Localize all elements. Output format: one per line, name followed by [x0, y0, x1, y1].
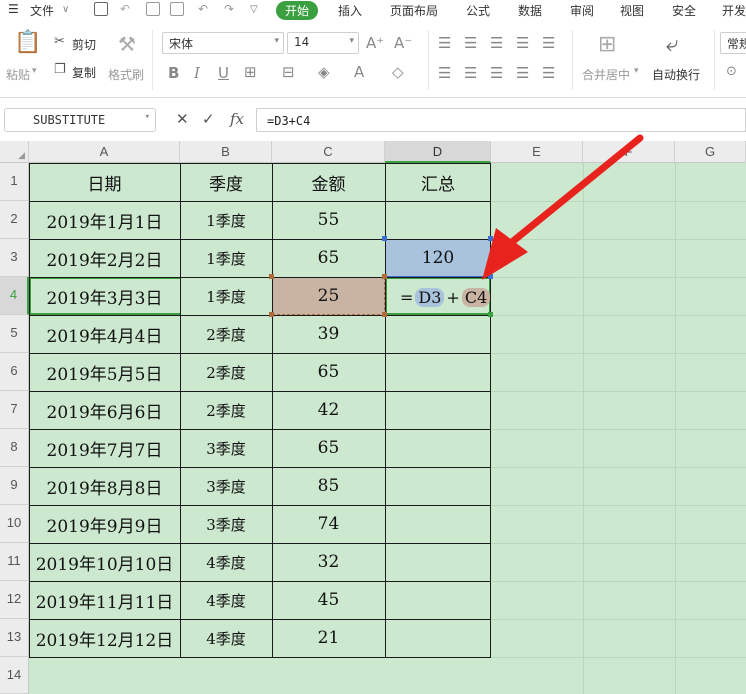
- table-cell[interactable]: [385, 581, 491, 619]
- table-cell[interactable]: 55: [272, 201, 385, 239]
- table-cell[interactable]: 2019年3月3日: [29, 277, 180, 315]
- table-cell[interactable]: 2019年10月10日: [29, 543, 180, 581]
- header-cell-date[interactable]: 日期: [29, 163, 180, 201]
- table-cell[interactable]: 120: [385, 239, 491, 277]
- header-cell-quarter[interactable]: 季度: [180, 163, 272, 201]
- table-cell[interactable]: 65: [272, 429, 385, 467]
- table-cell[interactable]: 2019年12月12日: [29, 619, 180, 657]
- table-cell[interactable]: [385, 619, 491, 657]
- cell-d4-editing[interactable]: = D3 + C4: [400, 286, 492, 308]
- table-cell[interactable]: 25: [272, 277, 385, 315]
- table-cell[interactable]: 32: [272, 543, 385, 581]
- table-cell[interactable]: 2019年1月1日: [29, 201, 180, 239]
- table-cell[interactable]: [385, 467, 491, 505]
- table-cell[interactable]: 3季度: [180, 505, 272, 543]
- table-cell[interactable]: 2019年7月7日: [29, 429, 180, 467]
- table-cell[interactable]: [385, 353, 491, 391]
- formula-equals: =: [400, 287, 414, 307]
- table-cell[interactable]: 2019年2月2日: [29, 239, 180, 277]
- table-cell[interactable]: 2019年11月11日: [29, 581, 180, 619]
- table-cell[interactable]: 2019年8月8日: [29, 467, 180, 505]
- table-cell[interactable]: 1季度: [180, 277, 272, 315]
- table-cell[interactable]: 65: [272, 239, 385, 277]
- table-cell[interactable]: 2季度: [180, 391, 272, 429]
- table-cell[interactable]: 2019年9月9日: [29, 505, 180, 543]
- table-cell[interactable]: 39: [272, 315, 385, 353]
- header-cell-total[interactable]: 汇总: [385, 163, 491, 201]
- table-cell[interactable]: 2019年4月4日: [29, 315, 180, 353]
- table-cell[interactable]: 2019年6月6日: [29, 391, 180, 429]
- table-cell[interactable]: [385, 505, 491, 543]
- table-cell[interactable]: 4季度: [180, 619, 272, 657]
- table-cell[interactable]: 21: [272, 619, 385, 657]
- table-cell[interactable]: 1季度: [180, 239, 272, 277]
- table-cell[interactable]: [385, 429, 491, 467]
- table-cell[interactable]: [385, 543, 491, 581]
- formula-ref-c4: C4: [461, 287, 491, 307]
- table-cell[interactable]: 4季度: [180, 581, 272, 619]
- table-cell[interactable]: 65: [272, 353, 385, 391]
- table-cell[interactable]: [385, 315, 491, 353]
- table-cell[interactable]: 2季度: [180, 353, 272, 391]
- table-cell[interactable]: 2019年5月5日: [29, 353, 180, 391]
- table-cell[interactable]: 85: [272, 467, 385, 505]
- formula-ref-d3: D3: [415, 287, 445, 307]
- table-cell[interactable]: [385, 201, 491, 239]
- table-cell[interactable]: 1季度: [180, 201, 272, 239]
- table-cell[interactable]: 2季度: [180, 315, 272, 353]
- table-cell[interactable]: [385, 391, 491, 429]
- table-cell[interactable]: 3季度: [180, 467, 272, 505]
- table-cell[interactable]: 74: [272, 505, 385, 543]
- table-cell[interactable]: 4季度: [180, 543, 272, 581]
- formula-plus: +: [446, 287, 460, 307]
- header-cell-amount[interactable]: 金额: [272, 163, 385, 201]
- table-cell[interactable]: 45: [272, 581, 385, 619]
- table-cell[interactable]: 3季度: [180, 429, 272, 467]
- table-cell[interactable]: 42: [272, 391, 385, 429]
